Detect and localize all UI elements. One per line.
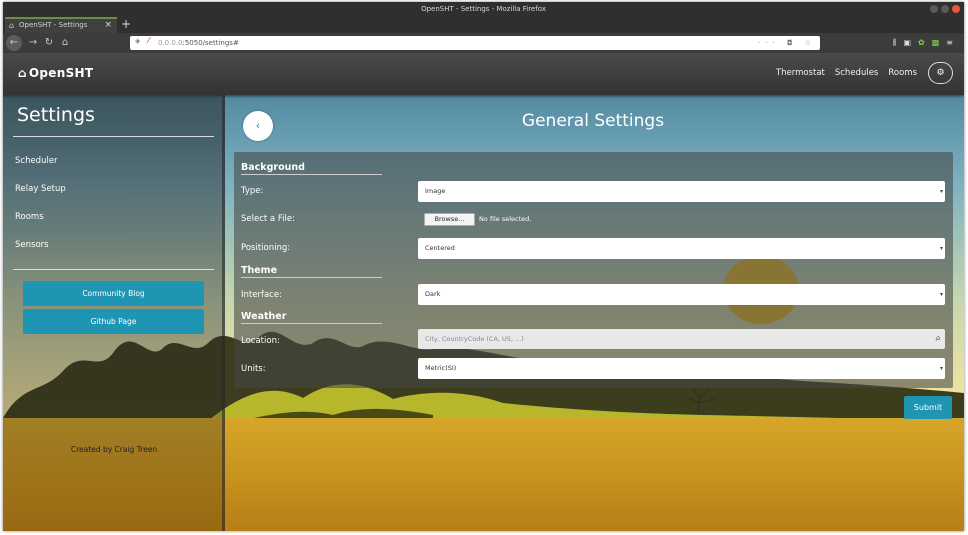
- sidebar-divider: [13, 136, 214, 137]
- tab-strip: ⌂ OpenSHT - Settings × +: [3, 16, 964, 33]
- file-status: No file selected.: [479, 215, 532, 223]
- settings-form: Background Type: Image ▾ Select a File: B…: [234, 152, 953, 388]
- brand-name: OpenSHT: [28, 66, 94, 80]
- credit-text: Created by Craig Treen: [70, 445, 158, 454]
- new-tab-button[interactable]: +: [121, 16, 131, 32]
- type-label: Type:: [241, 186, 264, 196]
- browser-toolbar: ← → ↻ ⌂ ◈ ⁄ 0.0.0.0:5050/settings# ··· ◘…: [3, 33, 964, 53]
- firefox-window: OpenSHT - Settings - Mozilla Firefox ⌂ O…: [3, 2, 964, 531]
- window-controls: [930, 5, 960, 13]
- interface-select[interactable]: Dark ▾: [418, 284, 945, 305]
- units-select[interactable]: Metric(SI) ▾: [418, 358, 945, 379]
- sidebar-item-scheduler[interactable]: Scheduler: [15, 156, 58, 166]
- positioning-select[interactable]: Centered ▾: [418, 238, 945, 259]
- units-label: Units:: [241, 364, 266, 374]
- chevron-left-icon: ‹: [255, 119, 261, 132]
- nav-rooms[interactable]: Rooms: [888, 68, 917, 78]
- minimize-button[interactable]: [930, 5, 938, 13]
- chevron-down-icon: ▾: [939, 291, 943, 298]
- chevron-down-icon: ▾: [939, 188, 943, 195]
- location-label: Location:: [241, 336, 280, 346]
- brand-logo[interactable]: ⌂ OpenSHT: [18, 66, 93, 80]
- top-nav: Thermostat Schedules Rooms: [776, 68, 917, 78]
- close-window-button[interactable]: [952, 5, 960, 13]
- back-button[interactable]: ←: [6, 35, 22, 51]
- screenshot-icon[interactable]: ▩: [932, 38, 947, 47]
- sidebar-title: Settings: [17, 104, 95, 126]
- page-viewport: ⌂ OpenSHT Thermostat Schedules Rooms ⚙ Se…: [3, 53, 964, 531]
- window-titlebar: OpenSHT - Settings - Mozilla Firefox: [3, 2, 964, 16]
- nav-schedules[interactable]: Schedules: [835, 68, 879, 78]
- location-placeholder: City, CountryCode (CA, US, ...): [425, 335, 524, 343]
- chevron-down-icon: ▾: [939, 365, 943, 372]
- close-tab-icon[interactable]: ×: [104, 19, 112, 32]
- shield-icon[interactable]: ◈: [135, 37, 140, 45]
- home-icon: ⌂: [18, 66, 27, 80]
- home-icon: ⌂: [9, 21, 15, 30]
- sidebar-divider: [13, 269, 214, 270]
- home-button[interactable]: ⌂: [57, 35, 73, 51]
- toolbar-icons: ⫼▣✿▩≡: [893, 36, 960, 50]
- page-title: General Settings: [521, 111, 665, 131]
- file-label: Select a File:: [241, 214, 295, 224]
- nav-thermostat[interactable]: Thermostat: [776, 68, 825, 78]
- back-nav-button[interactable]: ‹: [243, 111, 273, 141]
- sidebar-item-sensors[interactable]: Sensors: [15, 240, 49, 250]
- location-input[interactable]: City, CountryCode (CA, US, ...) ⌕: [418, 329, 945, 349]
- units-value: Metric(SI): [425, 364, 457, 372]
- settings-gear-button[interactable]: ⚙: [928, 62, 953, 84]
- tab-label: OpenSHT - Settings: [19, 21, 88, 29]
- tab-opensht-settings[interactable]: ⌂ OpenSHT - Settings ×: [5, 17, 117, 33]
- search-icon[interactable]: ⌕: [935, 329, 941, 349]
- reload-button[interactable]: ↻: [41, 35, 57, 51]
- section-weather: Weather: [241, 311, 382, 324]
- insecure-connection-icon[interactable]: ⁄: [148, 36, 149, 45]
- type-value: Image: [425, 187, 446, 195]
- extension-icon[interactable]: ✿: [918, 38, 932, 47]
- menu-icon[interactable]: ≡: [946, 38, 960, 47]
- section-background: Background: [241, 162, 382, 175]
- url-host: 0.0.0.0: [158, 39, 183, 47]
- window-title: OpenSHT - Settings - Mozilla Firefox: [421, 5, 546, 13]
- community-blog-button[interactable]: Community Blog: [23, 281, 204, 306]
- interface-label: Interface:: [241, 290, 282, 300]
- settings-sidebar: Settings Scheduler Relay Setup Rooms Sen…: [3, 95, 225, 531]
- positioning-label: Positioning:: [241, 243, 291, 253]
- sidebar-icon[interactable]: ▣: [903, 38, 918, 47]
- library-icon[interactable]: ⫼: [893, 38, 904, 47]
- forward-button[interactable]: →: [25, 35, 41, 51]
- maximize-button[interactable]: [941, 5, 949, 13]
- positioning-value: Centered: [425, 244, 455, 252]
- sidebar-item-relay-setup[interactable]: Relay Setup: [15, 184, 66, 194]
- type-select[interactable]: Image ▾: [418, 181, 945, 202]
- sidebar-item-rooms[interactable]: Rooms: [15, 212, 44, 222]
- browse-button[interactable]: Browse...: [424, 213, 475, 226]
- chevron-down-icon: ▾: [939, 245, 943, 252]
- url-bar[interactable]: ◈ ⁄ 0.0.0.0:5050/settings# ··· ◘ ☆: [130, 36, 820, 50]
- url-path: :5050/settings#: [182, 39, 239, 47]
- url-text[interactable]: 0.0.0.0:5050/settings#: [158, 36, 239, 50]
- file-input: Browse... No file selected.: [418, 209, 945, 230]
- github-page-button[interactable]: Github Page: [23, 309, 204, 334]
- app-header: ⌂ OpenSHT Thermostat Schedules Rooms ⚙: [3, 53, 964, 95]
- page-actions-icon[interactable]: ···: [758, 39, 780, 47]
- url-actions: ··· ◘ ☆: [758, 36, 816, 50]
- section-theme: Theme: [241, 265, 382, 278]
- gears-icon: ⚙: [936, 68, 945, 78]
- bookmark-star-icon[interactable]: ☆: [805, 39, 816, 47]
- pocket-icon[interactable]: ◘: [787, 39, 798, 47]
- submit-button[interactable]: Submit: [904, 396, 952, 419]
- interface-value: Dark: [425, 290, 441, 298]
